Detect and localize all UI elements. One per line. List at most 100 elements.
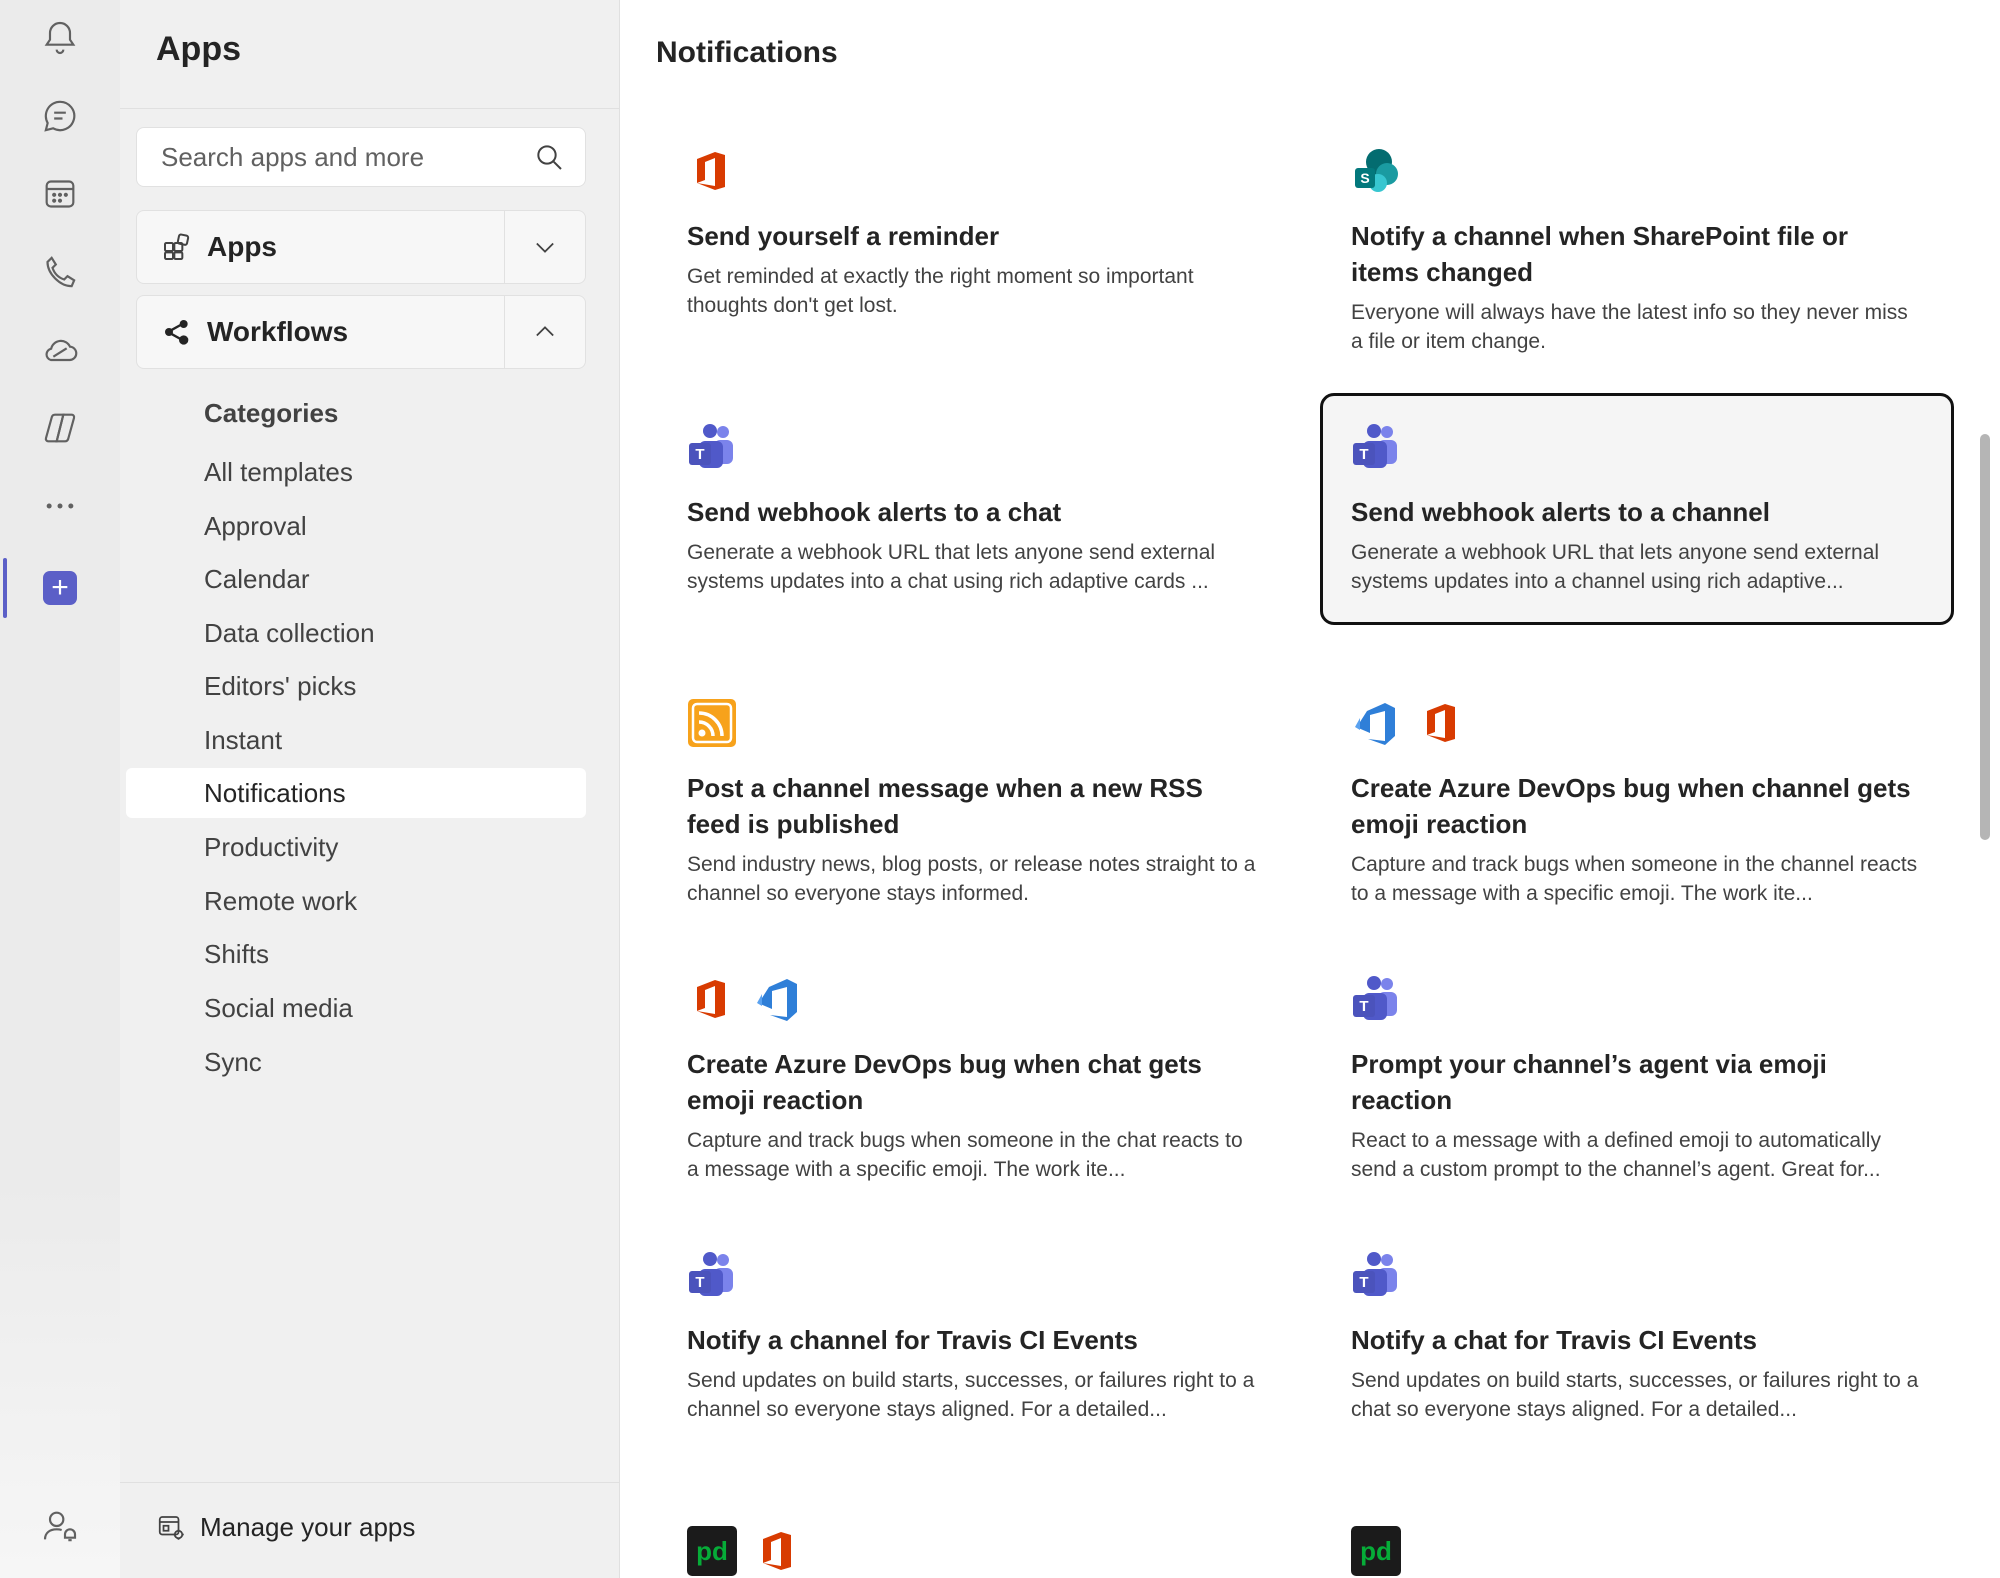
teams-icon: T xyxy=(1351,1250,1401,1300)
template-card-focused[interactable]: T Send webhook alerts to a channel Gener… xyxy=(1320,393,1954,625)
office-icon xyxy=(687,146,737,196)
category-notifications[interactable]: Notifications xyxy=(126,768,586,818)
calls-icon xyxy=(46,256,76,288)
workflows-section-header[interactable]: Workflows xyxy=(137,296,505,368)
main-content: Notifications Send yourself a reminder G… xyxy=(620,0,2000,1578)
manage-apps-link[interactable]: Manage your apps xyxy=(156,1505,415,1549)
card-description: Generate a webhook URL that lets anyone … xyxy=(1351,541,1880,593)
account-button[interactable] xyxy=(30,1496,90,1556)
copilot-button[interactable] xyxy=(30,398,90,458)
card-description: Capture and track bugs when someone in t… xyxy=(1351,853,1918,905)
template-card[interactable]: T Prompt your channel’s agent via emoji … xyxy=(1320,945,1954,1213)
template-card[interactable]: T Notify a channel for Travis CI Events … xyxy=(656,1221,1290,1453)
card-description: Send updates on build starts, successes,… xyxy=(687,1369,1255,1421)
category-shifts[interactable]: Shifts xyxy=(126,929,586,979)
template-card[interactable]: Create Azure DevOps bug when channel get… xyxy=(1320,669,1954,937)
template-card[interactable]: pd xyxy=(656,1497,1290,1578)
chevron-down-icon xyxy=(536,242,554,253)
calls-button[interactable] xyxy=(30,242,90,302)
scrollbar-thumb[interactable] xyxy=(1980,434,1990,840)
svg-text:T: T xyxy=(695,446,704,463)
apps-section: Apps xyxy=(136,210,586,284)
category-editors-picks[interactable]: Editors' picks xyxy=(126,661,586,711)
category-all-templates[interactable]: All templates xyxy=(126,447,586,497)
category-calendar[interactable]: Calendar xyxy=(126,554,586,604)
category-approval[interactable]: Approval xyxy=(126,501,586,551)
card-title: Send webhook alerts to a chat xyxy=(687,497,1062,527)
template-card[interactable]: T Notify a chat for Travis CI Events Sen… xyxy=(1320,1221,1954,1453)
svg-text:S: S xyxy=(1360,170,1369,186)
card-title: Create Azure DevOps bug when channel get… xyxy=(1351,773,1911,839)
category-remote-work[interactable]: Remote work xyxy=(126,876,586,926)
svg-text:T: T xyxy=(1359,1274,1368,1291)
search-box xyxy=(136,127,586,187)
chevron-up-icon xyxy=(536,326,554,337)
card-title: Send webhook alerts to a channel xyxy=(1351,497,1770,527)
copilot-icon xyxy=(44,413,76,443)
teams-icon: T xyxy=(687,422,737,472)
card-description: Send updates on build starts, successes,… xyxy=(1351,1369,1919,1421)
pagerduty-icon: pd xyxy=(1351,1526,1401,1576)
pagerduty-text: pd xyxy=(696,1536,728,1566)
chat-icon xyxy=(44,100,76,132)
search-icon[interactable] xyxy=(533,141,565,173)
apps-section-header[interactable]: Apps xyxy=(137,211,505,283)
pagerduty-icon: pd xyxy=(687,1526,737,1576)
card-title: Notify a channel for Travis CI Events xyxy=(687,1325,1138,1355)
card-description: Get reminded at exactly the right moment… xyxy=(687,265,1194,317)
teams-icon: T xyxy=(687,1250,737,1300)
card-title: Create Azure DevOps bug when chat gets e… xyxy=(687,1049,1202,1115)
category-social-media[interactable]: Social media xyxy=(126,983,586,1033)
chat-button[interactable] xyxy=(30,86,90,146)
calendar-icon xyxy=(45,180,75,208)
category-productivity[interactable]: Productivity xyxy=(126,822,586,872)
more-apps-button[interactable] xyxy=(30,476,90,536)
apps-button[interactable]: + xyxy=(30,558,90,618)
template-card[interactable]: Send yourself a reminder Get reminded at… xyxy=(656,117,1290,349)
workflows-section: Workflows xyxy=(136,295,586,369)
workflows-section-collapse-button[interactable] xyxy=(504,296,585,368)
sidebar-divider xyxy=(120,108,619,109)
onedrive-button[interactable] xyxy=(30,320,90,380)
template-card[interactable]: pd xyxy=(1320,1497,1954,1578)
template-card[interactable]: Create Azure DevOps bug when chat gets e… xyxy=(656,945,1290,1213)
category-sync[interactable]: Sync xyxy=(126,1037,586,1087)
onedrive-icon xyxy=(45,339,78,362)
search-input[interactable] xyxy=(159,140,533,174)
pagerduty-text: pd xyxy=(1360,1536,1392,1566)
apps-icon: + xyxy=(43,571,77,605)
svg-text:T: T xyxy=(1359,998,1368,1015)
card-description: React to a message with a defined emoji … xyxy=(1351,1129,1881,1181)
card-title: Notify a chat for Travis CI Events xyxy=(1351,1325,1758,1355)
azure-devops-icon xyxy=(1351,698,1401,748)
office-icon xyxy=(1417,698,1467,748)
teams-icon: T xyxy=(1351,422,1401,472)
template-card[interactable]: T Send webhook alerts to a chat Generate… xyxy=(656,393,1290,625)
office-icon xyxy=(753,1526,803,1576)
workflows-section-label: Workflows xyxy=(207,316,349,347)
account-icon xyxy=(43,1511,77,1542)
template-card[interactable]: S Notify a channel when SharePoint file … xyxy=(1320,117,1954,385)
calendar-button[interactable] xyxy=(30,164,90,224)
bell-icon xyxy=(44,21,76,54)
more-icon xyxy=(46,503,74,509)
rss-icon xyxy=(687,698,737,748)
template-card[interactable]: Post a channel message when a new RSS fe… xyxy=(656,669,1290,937)
sidebar-title: Apps xyxy=(156,30,241,68)
active-indicator xyxy=(3,558,7,618)
card-description: Capture and track bugs when someone in t… xyxy=(687,1129,1243,1181)
apps-section-label: Apps xyxy=(207,231,277,262)
activity-button[interactable] xyxy=(30,8,90,68)
category-instant[interactable]: Instant xyxy=(126,715,586,765)
card-title: Notify a channel when SharePoint file or… xyxy=(1351,221,1848,287)
manage-apps-icon xyxy=(158,1516,184,1540)
card-description: Generate a webhook URL that lets anyone … xyxy=(687,541,1216,593)
category-data-collection[interactable]: Data collection xyxy=(126,608,586,658)
page-title: Notifications xyxy=(656,36,838,69)
card-title: Prompt your channel’s agent via emoji re… xyxy=(1351,1049,1827,1115)
card-title: Post a channel message when a new RSS fe… xyxy=(687,773,1203,839)
svg-text:T: T xyxy=(695,1274,704,1291)
app-rail: + xyxy=(0,0,120,1578)
card-title: Send yourself a reminder xyxy=(687,221,1000,251)
apps-section-expand-button[interactable] xyxy=(504,211,585,283)
